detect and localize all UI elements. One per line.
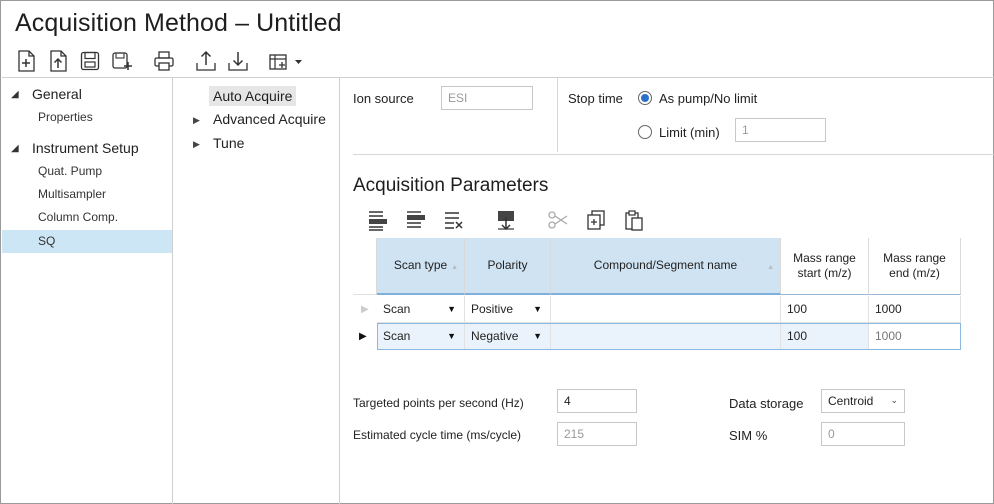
window-title: Acquisition Method – Untitled bbox=[15, 9, 342, 37]
tpps-field[interactable]: 4 bbox=[557, 389, 637, 413]
stop-time-label: Stop time bbox=[568, 91, 623, 106]
current-row-icon: ▶ bbox=[359, 331, 367, 342]
radio-limit[interactable] bbox=[638, 125, 652, 139]
tree-item-sq[interactable]: SQ bbox=[38, 234, 55, 248]
dropdown-arrow-icon[interactable]: ▼ bbox=[447, 304, 456, 314]
cell-mass-start[interactable]: 100 bbox=[781, 323, 869, 350]
insert-row-above-icon[interactable] bbox=[365, 207, 391, 233]
column-header-scan-type[interactable]: Scan type ▲ bbox=[377, 238, 465, 295]
cell-compound-name[interactable] bbox=[551, 323, 781, 350]
column-header-mass-end[interactable]: Mass range end (m/z) bbox=[869, 238, 961, 295]
acquisition-grid: Scan type ▲ Polarity Compound/Segment na… bbox=[353, 238, 961, 352]
layout-icon[interactable] bbox=[267, 48, 307, 74]
sort-icon: ▲ bbox=[451, 264, 458, 271]
vertical-divider bbox=[557, 78, 558, 152]
tree-group-general[interactable]: General bbox=[32, 86, 82, 102]
cell-scan-type[interactable]: Scan ▼ bbox=[377, 323, 465, 350]
nav-tune[interactable]: Tune bbox=[213, 135, 244, 151]
cell-scan-type[interactable]: Scan ▼ bbox=[377, 296, 465, 323]
copy-icon[interactable] bbox=[583, 207, 609, 233]
data-storage-select[interactable]: Centroid ⌄ bbox=[821, 389, 905, 413]
expand-caret-icon[interactable]: ▶ bbox=[193, 139, 200, 150]
acquisition-parameters-title: Acquisition Parameters bbox=[353, 175, 549, 196]
cell-polarity[interactable]: Positive ▼ bbox=[465, 296, 551, 323]
column-header-mass-start[interactable]: Mass range start (m/z) bbox=[781, 238, 869, 295]
insert-row-below-icon[interactable] bbox=[403, 207, 429, 233]
print-icon[interactable] bbox=[151, 48, 177, 74]
radio-no-limit[interactable] bbox=[638, 91, 652, 105]
nav-auto-acquire[interactable]: Auto Acquire bbox=[209, 86, 297, 106]
cycle-time-label: Estimated cycle time (ms/cycle) bbox=[353, 428, 522, 442]
tree-item-column-comp[interactable]: Column Comp. bbox=[38, 210, 118, 224]
cell-mass-start[interactable]: 100 bbox=[781, 296, 869, 323]
paste-icon[interactable] bbox=[621, 207, 647, 233]
cell-mass-end-editing[interactable]: 1000 bbox=[869, 323, 961, 350]
grid-toolbar bbox=[365, 206, 659, 234]
radio-limit-label[interactable]: Limit (min) bbox=[659, 125, 720, 140]
row-header-corner bbox=[353, 238, 377, 295]
cell-compound-name[interactable] bbox=[551, 296, 781, 323]
dropdown-arrow-icon[interactable]: ▼ bbox=[447, 331, 456, 341]
nav-advanced-acquire[interactable]: Advanced Acquire bbox=[213, 111, 326, 127]
acquire-panel: Ion source ESI Stop time As pump/No limi… bbox=[341, 78, 994, 504]
fill-down-icon[interactable] bbox=[493, 207, 519, 233]
ion-source-field[interactable]: ESI bbox=[441, 86, 533, 110]
export-icon[interactable] bbox=[193, 48, 219, 74]
tpps-label: Targeted points per second (Hz) bbox=[353, 396, 524, 410]
sort-icon: ▲ bbox=[767, 264, 774, 271]
ion-source-label: Ion source bbox=[353, 91, 414, 106]
tree-item-quat-pump[interactable]: Quat. Pump bbox=[38, 164, 102, 178]
cut-icon[interactable] bbox=[545, 207, 571, 233]
collapse-caret-icon[interactable]: ◢ bbox=[11, 143, 19, 154]
import-icon[interactable] bbox=[225, 48, 251, 74]
row-indicator-icon: ▶ bbox=[361, 304, 369, 315]
delete-row-icon[interactable] bbox=[441, 207, 467, 233]
new-icon[interactable] bbox=[13, 48, 39, 74]
tree-item-multisampler[interactable]: Multisampler bbox=[38, 187, 106, 201]
sim-percent-field: 0 bbox=[821, 422, 905, 446]
open-icon[interactable] bbox=[45, 48, 71, 74]
save-as-icon[interactable] bbox=[109, 48, 135, 74]
tree-selection-highlight bbox=[2, 230, 172, 253]
tree-group-instrument-setup[interactable]: Instrument Setup bbox=[32, 140, 139, 156]
section-divider bbox=[353, 154, 994, 155]
cell-mass-end[interactable]: 1000 bbox=[869, 296, 961, 323]
column-header-compound-name[interactable]: Compound/Segment name ▲ bbox=[551, 238, 781, 295]
main-toolbar bbox=[13, 47, 313, 75]
method-tree: ◢ General Properties ◢ Instrument Setup … bbox=[2, 78, 173, 504]
sq-nav: Auto Acquire ▶ Advanced Acquire ▶ Tune bbox=[173, 78, 340, 504]
expand-caret-icon[interactable]: ▶ bbox=[193, 115, 200, 126]
cell-polarity[interactable]: Negative ▼ bbox=[465, 323, 551, 350]
tree-item-properties[interactable]: Properties bbox=[38, 110, 93, 124]
dropdown-arrow-icon[interactable]: ▼ bbox=[533, 304, 542, 314]
save-icon[interactable] bbox=[77, 48, 103, 74]
sim-percent-label: SIM % bbox=[729, 428, 768, 443]
chevron-down-icon: ⌄ bbox=[890, 395, 898, 405]
dropdown-arrow-icon[interactable]: ▼ bbox=[533, 331, 542, 341]
radio-no-limit-label[interactable]: As pump/No limit bbox=[659, 91, 757, 106]
cycle-time-field: 215 bbox=[557, 422, 637, 446]
column-header-polarity[interactable]: Polarity bbox=[465, 238, 551, 295]
data-storage-label: Data storage bbox=[729, 396, 804, 411]
collapse-caret-icon[interactable]: ◢ bbox=[11, 89, 19, 100]
method-window: Acquisition Method – Untitled ◢ General … bbox=[0, 0, 994, 504]
limit-min-field[interactable]: 1 bbox=[735, 118, 826, 142]
